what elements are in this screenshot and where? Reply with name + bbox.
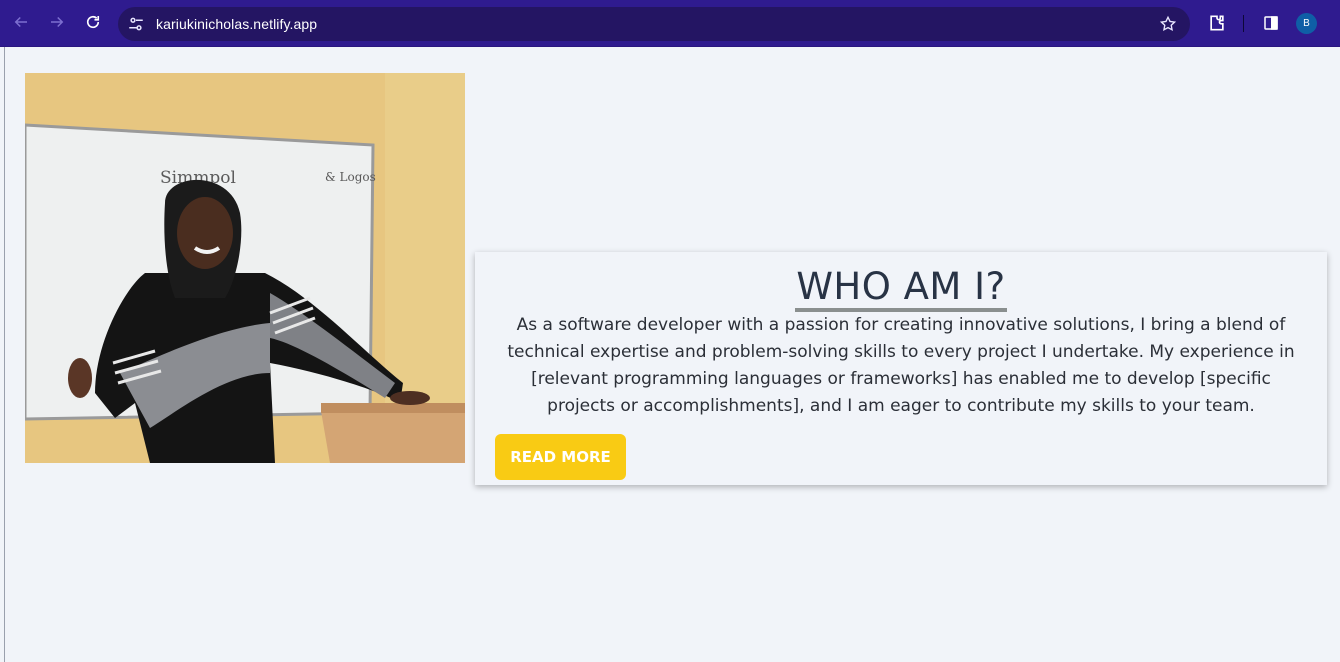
bookmark-star-icon[interactable] [1158,14,1178,34]
browser-toolbar: kariukinicholas.netlify.app B [0,0,1340,47]
address-bar[interactable]: kariukinicholas.netlify.app [118,7,1190,41]
profile-photo: Simmpol & Logos [25,73,465,463]
profile-avatar[interactable]: B [1296,13,1317,34]
reload-button[interactable] [82,11,104,33]
extensions-icon[interactable] [1206,12,1228,34]
about-heading: WHO AM I? [475,265,1327,312]
about-heading-text: WHO AM I? [795,265,1007,312]
site-settings-icon[interactable] [126,14,146,34]
back-button[interactable] [10,11,32,33]
toolbar-divider [1243,15,1244,32]
about-card: WHO AM I? As a software developer with a… [475,252,1327,485]
about-description: As a software developer with a passion f… [507,315,1295,416]
forward-button[interactable] [46,11,68,33]
arrow-left-icon [14,16,27,28]
viewport-edge [4,47,5,662]
svg-text:& Logos: & Logos [325,170,376,184]
url-text[interactable]: kariukinicholas.netlify.app [156,16,317,32]
reload-icon [86,15,100,29]
read-more-button[interactable]: READ MORE [495,434,626,480]
arrow-right-icon [51,16,64,28]
side-panel-icon[interactable] [1260,12,1282,34]
